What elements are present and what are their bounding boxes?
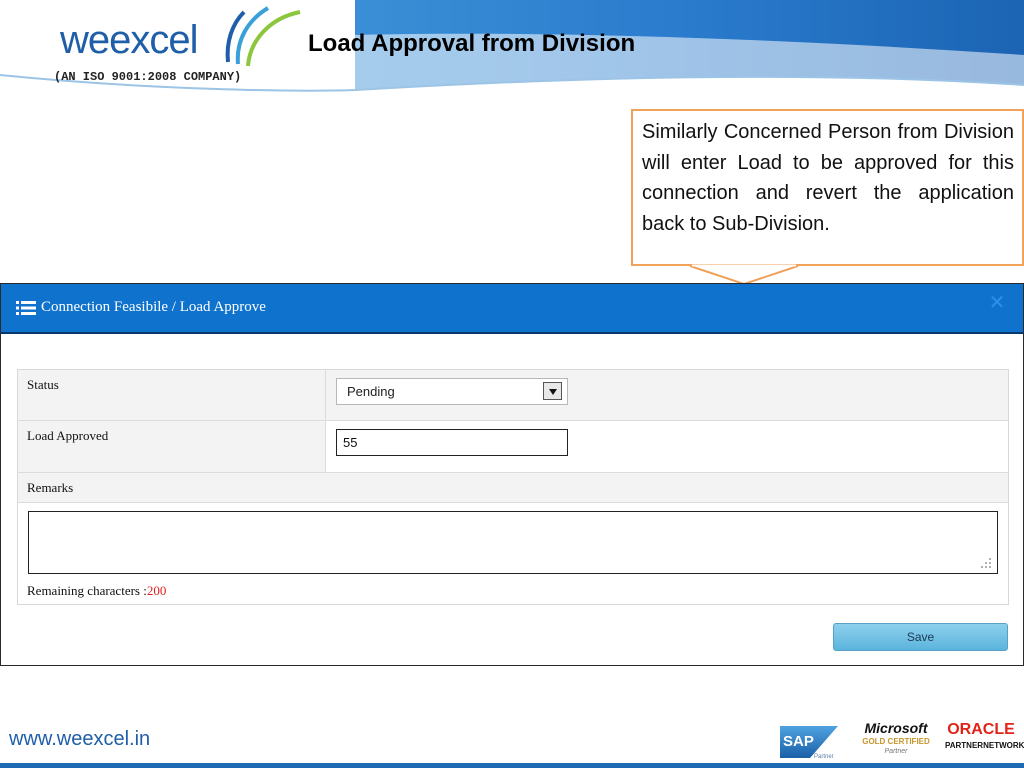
list-icon [16,301,36,315]
load-approved-input[interactable]: 55 [336,429,568,456]
oracle-network: PARTNERNETWORK [945,741,1024,750]
microsoft-name: Microsoft [864,720,928,736]
load-approved-label: Load Approved [18,421,326,472]
footer-website-link[interactable]: www.weexcel.in [9,728,150,751]
callout-text: Similarly Concerned Person from Division… [642,121,1014,235]
oracle-name: ORACLE [947,721,1015,738]
resize-grip-icon[interactable] [980,557,992,569]
remaining-characters: Remaining characters :200 [27,583,166,599]
oracle-partnernetwork-logo: ORACLE PARTNERNETWORK [945,720,1024,762]
microsoft-partner: Partner [884,748,908,755]
load-approved-row: Load Approved 55 [18,421,1008,473]
load-approval-form: Status Pending Load Approved 55 Remarks [17,369,1009,605]
connection-feasibility-dialog: Connection Feasibile / Load Approve ✕ St… [0,283,1024,666]
sap-partner-logo: SAP Partner [780,722,842,760]
status-select[interactable]: Pending [336,378,568,405]
dialog-title: Connection Feasibile / Load Approve [41,299,266,315]
status-selected-value: Pending [347,384,395,399]
remaining-label: Remaining characters : [27,583,147,598]
microsoft-cert: GOLD CERTIFIED [862,737,930,746]
status-label: Status [18,370,326,420]
remarks-textarea[interactable] [28,511,998,574]
remarks-row: Remaining characters :200 [18,503,1008,604]
chevron-down-icon[interactable] [543,382,562,400]
slide-title: Load Approval from Division [308,30,636,57]
remarks-label: Remarks [27,480,74,495]
sap-name: SAP [783,733,814,750]
dialog-header: Connection Feasibile / Load Approve ✕ [1,284,1023,334]
company-logo-text: weexcel [60,18,199,62]
close-icon[interactable]: ✕ [986,292,1008,314]
remaining-count: 200 [146,583,167,598]
explanation-callout: Similarly Concerned Person from Division… [631,109,1024,266]
slide-header: weexcel (AN ISO 9001:2008 COMPANY) Load … [0,0,1024,95]
remarks-label-row: Remarks [18,473,1008,503]
save-button[interactable]: Save [833,623,1008,651]
sap-tag: Partner [814,754,834,760]
company-tagline: (AN ISO 9001:2008 COMPANY) [54,70,242,84]
status-row: Status Pending [18,370,1008,421]
microsoft-gold-certified-logo: Microsoft GOLD CERTIFIED Partner [855,720,937,762]
footer-divider [0,763,1024,768]
